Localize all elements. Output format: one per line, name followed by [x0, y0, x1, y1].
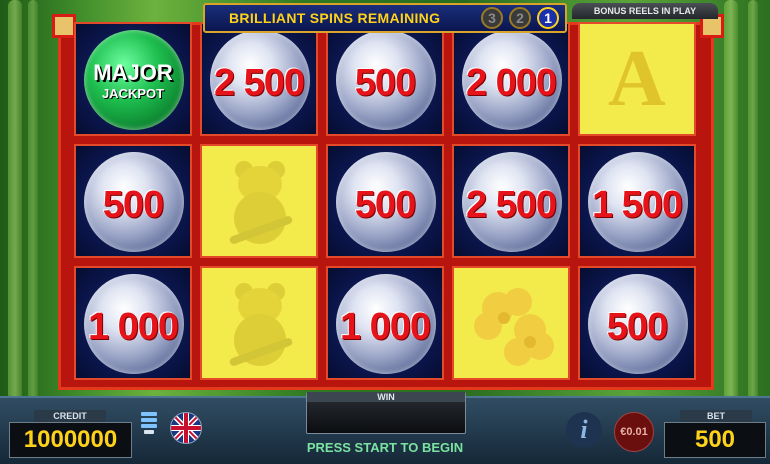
denomination-button[interactable]: €0.01	[614, 412, 654, 452]
bet-value[interactable]: 500	[664, 422, 766, 458]
bamboo-decoration	[8, 0, 22, 400]
bonus-reels-label: BONUS REELS IN PLAY	[572, 3, 718, 19]
reel-cell-gem: 2 000	[452, 22, 570, 136]
gem-value: 2 500	[213, 62, 305, 104]
gem-value: 500	[354, 184, 416, 226]
gem-value: 2 000	[465, 62, 557, 104]
spins-remaining-title: BRILLIANT SPINS REMAINING	[229, 10, 441, 26]
uk-flag-icon	[171, 413, 201, 443]
reel-cell-gem: 500	[326, 144, 444, 258]
gem-value: 500	[354, 62, 416, 104]
reel-cell-gem: 1 000	[74, 266, 192, 380]
panda-icon	[229, 283, 293, 366]
spin-counter-3: 3	[481, 7, 503, 29]
bamboo-decoration	[724, 0, 738, 400]
jackpot-subtitle: JACKPOT	[101, 86, 165, 101]
jackpot-title: MAJOR	[93, 60, 173, 85]
reel-cell-flower	[452, 266, 570, 380]
gem-value: 1 000	[87, 306, 179, 348]
volume-bar	[141, 424, 157, 428]
bamboo-decoration	[748, 0, 758, 400]
win-label: WIN	[307, 392, 465, 402]
speaker-icon	[144, 430, 154, 434]
spin-counter-1: 1	[537, 7, 559, 29]
reel-cell-gem: 1 500	[578, 144, 696, 258]
bet-label: BET	[680, 410, 752, 422]
spin-counter-2: 2	[509, 7, 531, 29]
gem-value: 2 500	[465, 184, 557, 226]
reel-cell-ace: A	[578, 22, 696, 136]
gem-value: 1 000	[339, 306, 431, 348]
reel-cell-jackpot: MAJOR JACKPOT	[74, 22, 192, 136]
reel-cell-gem: 500	[578, 266, 696, 380]
credit-label: CREDIT	[34, 410, 106, 422]
spins-remaining-banner: BRILLIANT SPINS REMAINING 3 2 1	[203, 3, 567, 33]
reel-cell-gem: 500	[326, 22, 444, 136]
hibiscus-flower-icon	[474, 288, 554, 366]
reel-cell-gem: 2 500	[200, 22, 318, 136]
press-start-prompt: PRESS START TO BEGIN	[306, 440, 464, 455]
gem-value: 500	[102, 184, 164, 226]
ace-symbol-icon: A	[608, 35, 666, 123]
volume-bar	[141, 412, 157, 416]
info-button[interactable]: i	[566, 412, 602, 448]
reel-cell-gem: 1 000	[326, 266, 444, 380]
gem-value: 500	[606, 306, 668, 348]
reel-cell-panda	[200, 266, 318, 380]
bamboo-decoration	[28, 0, 38, 400]
win-display: WIN	[306, 392, 466, 434]
reel-cell-panda	[200, 144, 318, 258]
volume-bar	[141, 418, 157, 422]
gem-value: 1 500	[591, 184, 683, 226]
reel-cell-gem: 500	[74, 144, 192, 258]
frame-corner	[52, 14, 76, 38]
panda-icon	[229, 161, 293, 244]
reel-cell-gem: 2 500	[452, 144, 570, 258]
